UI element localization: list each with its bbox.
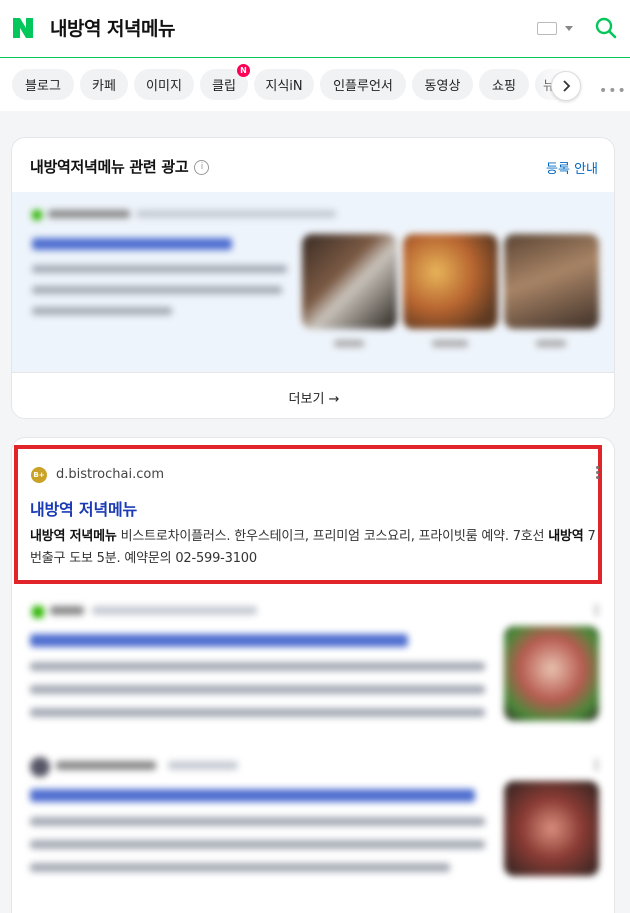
result-domain[interactable]: d.bistrochai.com — [56, 467, 164, 482]
new-badge: N — [237, 64, 250, 77]
result-title[interactable]: 내방역 저녁메뉴 — [30, 496, 137, 520]
search-query[interactable]: 내방역 저녁메뉴 — [50, 14, 175, 41]
tab-video[interactable]: 동영상 — [412, 69, 473, 100]
search-header: 내방역 저녁메뉴 — [0, 0, 630, 58]
naver-logo-icon[interactable] — [12, 17, 34, 39]
tab-image[interactable]: 이미지 — [134, 69, 194, 100]
more-options-icon[interactable]: ••• — [599, 83, 627, 99]
kebab-menu-icon[interactable] — [596, 466, 600, 481]
category-tabs: 블로그 카페 이미지 클립N 지식iN 인플루언서 동영상 쇼핑 뉴 — [0, 58, 630, 111]
keyboard-icon[interactable] — [537, 22, 557, 35]
info-icon[interactable]: i — [194, 160, 210, 175]
ad-section: 내방역저녁메뉴 관련 광고 i 등록 안내 더보기 → — [11, 137, 615, 419]
ad-item-blurred-content — [12, 192, 614, 372]
chevron-down-icon[interactable] — [565, 26, 573, 31]
site-favicon-icon: B+ — [31, 467, 47, 483]
ad-item[interactable] — [12, 192, 614, 372]
blurred-result-2[interactable] — [12, 743, 614, 913]
chevron-right-icon — [563, 80, 571, 92]
search-icon[interactable] — [594, 16, 618, 40]
blurred-result-1[interactable] — [12, 588, 614, 738]
tab-kin[interactable]: 지식iN — [254, 69, 314, 100]
tab-cafe[interactable]: 카페 — [80, 69, 128, 100]
tab-shopping[interactable]: 쇼핑 — [479, 69, 529, 100]
result-description: 내방역 저녁메뉴 비스트로차이플러스. 한우스테이크, 프리미엄 코스요리, 프… — [30, 529, 596, 566]
tab-influencer[interactable]: 인플루언서 — [320, 69, 406, 100]
tab-clip[interactable]: 클립 N — [200, 64, 250, 100]
ad-register-link[interactable]: 등록 안내 — [546, 158, 598, 177]
tabs-next-button[interactable] — [551, 71, 581, 101]
ad-section-title: 내방역저녁메뉴 관련 광고 i — [30, 156, 210, 177]
tab-blog[interactable]: 블로그 — [12, 69, 74, 100]
search-results: B+ d.bistrochai.com 내방역 저녁메뉴 내방역 저녁메뉴 비스… — [11, 437, 615, 913]
ad-more-button[interactable]: 더보기 → — [12, 372, 614, 418]
